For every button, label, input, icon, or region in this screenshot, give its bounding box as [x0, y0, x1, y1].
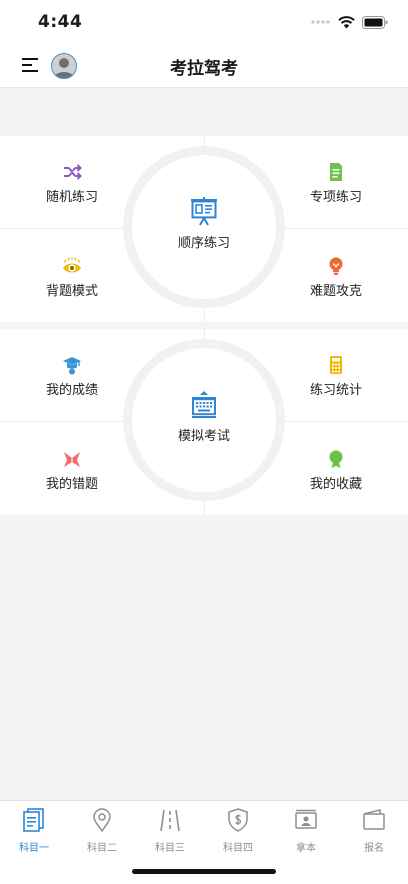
exam-section: 我的成绩 练习统计 我的错题 我的收藏 模拟考试 [0, 329, 408, 515]
tab-label: 科目四 [223, 843, 253, 854]
shuffle-icon [64, 164, 82, 180]
lightbulb-icon [329, 257, 343, 275]
divider [204, 306, 205, 322]
sequential-practice-button[interactable]: 顺序练习 [143, 196, 265, 262]
my-scores-label: 我的成绩 [45, 383, 98, 398]
my-scores-button[interactable]: 我的成绩 [2, 355, 142, 415]
special-practice-button[interactable]: 专项练习 [266, 162, 406, 222]
status-time: 4:44 [38, 12, 83, 32]
tab-subject-one[interactable]: 科目一 [0, 807, 68, 855]
practice-stats-label: 练习统计 [309, 383, 362, 398]
wallet-icon [363, 809, 385, 830]
bookmark-x-icon [64, 452, 80, 467]
status-icons [311, 14, 388, 30]
battery-icon [362, 15, 388, 29]
my-mistakes-button[interactable]: 我的错题 [2, 449, 142, 509]
tab-get-license[interactable]: 拿本 [272, 807, 340, 855]
tab-subject-four[interactable]: 科目四 [204, 807, 272, 855]
tab-label: 拿本 [296, 843, 316, 854]
home-indicator[interactable] [132, 869, 276, 874]
practice-section: 随机练习 专项练习 背题模式 难题攻克 顺序练习 [0, 136, 408, 322]
status-bar: 4:44 [0, 0, 408, 44]
mock-exam-label: 模拟考试 [177, 429, 230, 444]
documents-icon [23, 808, 44, 832]
keyboard-icon [192, 391, 216, 418]
graduation-cap-icon [63, 357, 81, 375]
license-card-icon [295, 809, 317, 829]
nav-bar: 考拉驾考 [0, 44, 408, 88]
special-practice-label: 专项练习 [309, 190, 362, 205]
hard-questions-button[interactable]: 难题攻克 [266, 256, 406, 316]
my-mistakes-label: 我的错题 [45, 477, 98, 492]
presentation-board-icon [191, 197, 217, 226]
wifi-icon [338, 15, 355, 28]
memorize-mode-button[interactable]: 背题模式 [2, 256, 142, 316]
hard-questions-label: 难题攻克 [309, 284, 362, 299]
document-icon [330, 163, 342, 181]
shield-dollar-icon [228, 808, 248, 832]
divider [204, 499, 205, 515]
page-title: 考拉驾考 [170, 59, 238, 79]
calculator-icon [330, 356, 342, 374]
my-favorites-label: 我的收藏 [309, 477, 362, 492]
memorize-mode-label: 背题模式 [45, 284, 98, 299]
medal-icon [329, 450, 343, 468]
eye-icon [63, 257, 81, 273]
signal-icon [311, 20, 330, 24]
tab-label: 科目一 [19, 843, 49, 854]
mock-exam-button[interactable]: 模拟考试 [143, 389, 265, 455]
tab-label: 科目二 [87, 843, 117, 854]
practice-stats-button[interactable]: 练习统计 [266, 355, 406, 415]
tab-subject-two[interactable]: 科目二 [68, 807, 136, 855]
tab-subject-three[interactable]: 科目三 [136, 807, 204, 855]
my-favorites-button[interactable]: 我的收藏 [266, 449, 406, 509]
tab-register[interactable]: 报名 [340, 807, 408, 855]
random-practice-label: 随机练习 [45, 190, 98, 205]
tab-label: 报名 [364, 843, 384, 854]
tab-label: 科目三 [155, 843, 185, 854]
location-pin-icon [93, 808, 111, 833]
road-icon [160, 809, 180, 832]
sequential-practice-label: 顺序练习 [177, 236, 230, 251]
random-practice-button[interactable]: 随机练习 [2, 162, 142, 222]
